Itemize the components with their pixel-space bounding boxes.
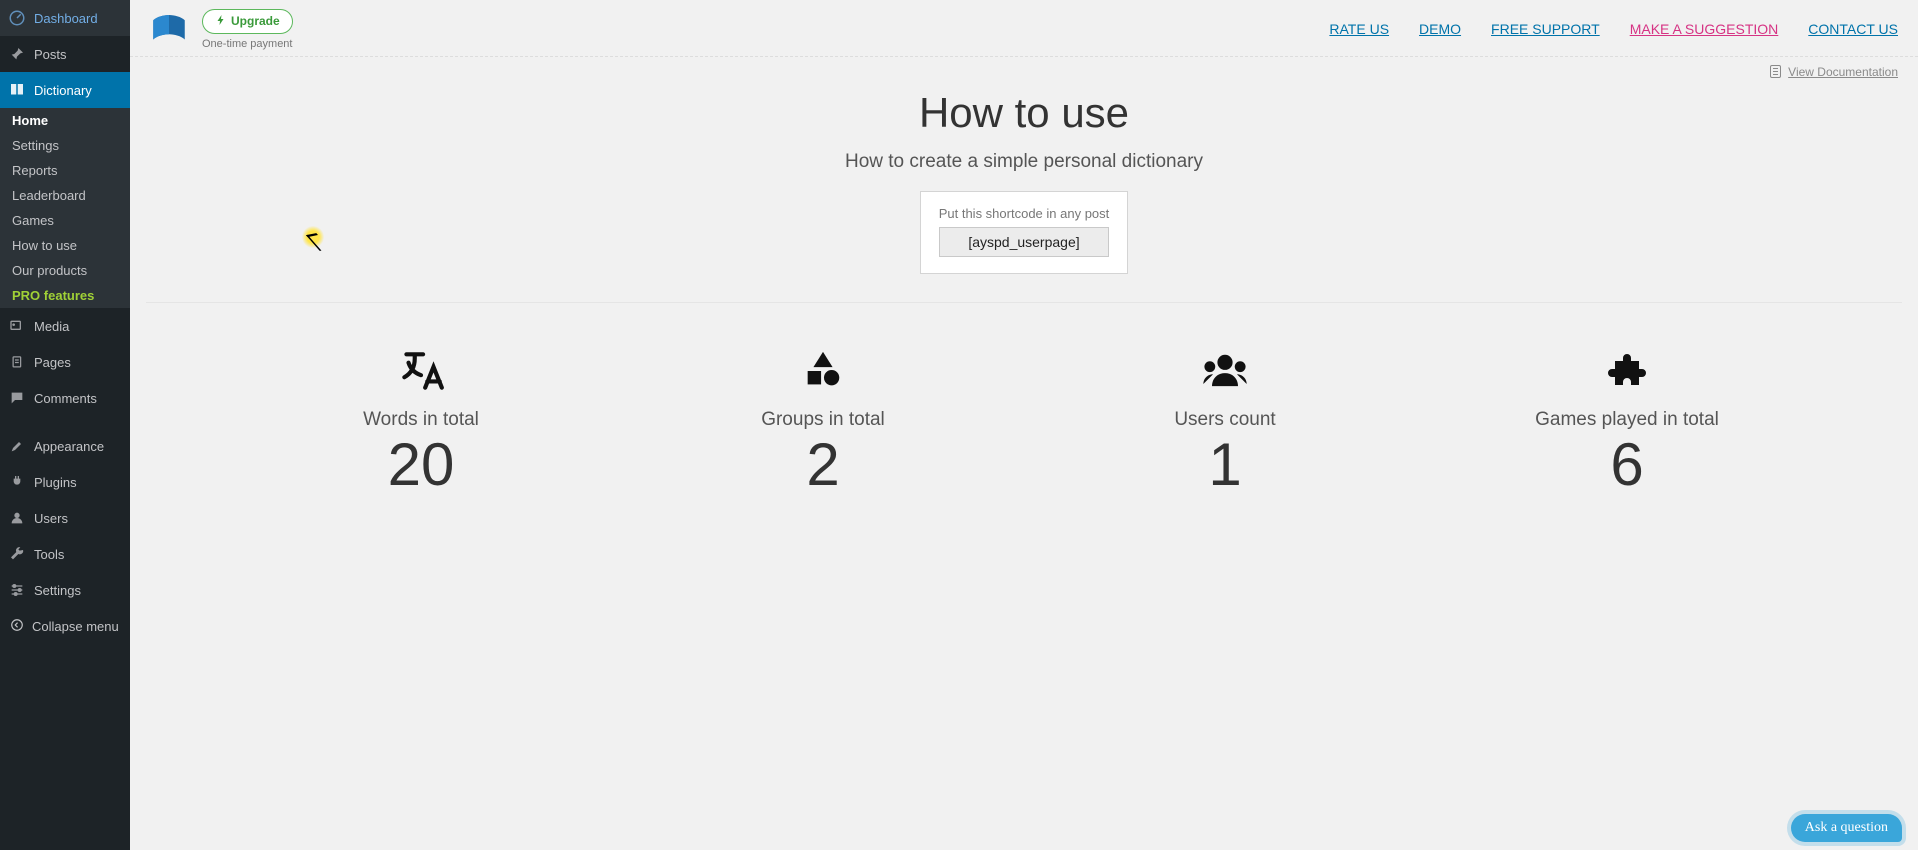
nav-support[interactable]: FREE SUPPORT [1491, 21, 1600, 37]
brush-icon [8, 437, 26, 455]
sidebar-item-dashboard[interactable]: Dashboard [0, 0, 130, 36]
sidebar-item-tools[interactable]: Tools [0, 536, 130, 572]
sidebar-label: Comments [34, 391, 97, 406]
users-icon [1044, 343, 1406, 399]
upgrade-button[interactable]: Upgrade [202, 9, 293, 34]
nav-contact[interactable]: CONTACT US [1808, 21, 1898, 37]
stat-users: Users count 1 [1044, 343, 1406, 495]
shortcode-value[interactable]: [ayspd_userpage] [939, 227, 1110, 257]
sidebar-item-dictionary[interactable]: Dictionary [0, 72, 130, 108]
stat-groups: Groups in total 2 [642, 343, 1004, 495]
hero-section: How to use How to create a simple person… [146, 79, 1902, 303]
view-documentation-link[interactable]: View Documentation [1788, 65, 1898, 79]
nav-suggestion[interactable]: MAKE A SUGGESTION [1630, 21, 1779, 37]
comment-icon [8, 389, 26, 407]
lightning-icon [215, 14, 227, 29]
stat-label: Words in total [240, 409, 602, 431]
top-nav-links: RATE US DEMO FREE SUPPORT MAKE A SUGGEST… [1329, 21, 1898, 37]
sidebar-sub-home[interactable]: Home [0, 108, 130, 133]
sidebar-label: Plugins [34, 475, 77, 490]
dictionary-submenu: Home Settings Reports Leaderboard Games … [0, 108, 130, 308]
translate-icon [240, 343, 602, 399]
sidebar-label: Tools [34, 547, 64, 562]
stat-label: Users count [1044, 409, 1406, 431]
stat-label: Games played in total [1446, 409, 1808, 431]
sidebar-sub-products[interactable]: Our products [0, 258, 130, 283]
shortcode-label: Put this shortcode in any post [939, 206, 1110, 221]
content-wrap: Upgrade One-time payment RATE US DEMO FR… [130, 0, 1918, 850]
dashboard-icon [8, 9, 26, 27]
sidebar-item-appearance[interactable]: Appearance [0, 428, 130, 464]
brand-block: Upgrade One-time payment [148, 8, 293, 50]
collapse-label: Collapse menu [32, 619, 119, 634]
plugin-topbar: Upgrade One-time payment RATE US DEMO FR… [130, 0, 1918, 57]
collapse-icon [10, 618, 24, 635]
user-icon [8, 509, 26, 527]
sidebar-item-users[interactable]: Users [0, 500, 130, 536]
sidebar-item-media[interactable]: Media [0, 308, 130, 344]
sidebar-sub-howto[interactable]: How to use [0, 233, 130, 258]
sidebar-label: Dictionary [34, 83, 92, 98]
sidebar-item-settings[interactable]: Settings [0, 572, 130, 608]
wrench-icon [8, 545, 26, 563]
sidebar-sub-settings[interactable]: Settings [0, 133, 130, 158]
sidebar-item-posts[interactable]: Posts [0, 36, 130, 72]
media-icon [8, 317, 26, 335]
shapes-icon [642, 343, 1004, 399]
stat-value: 2 [642, 435, 1004, 495]
page-subtitle: How to create a simple personal dictiona… [166, 151, 1882, 173]
sidebar-label: Dashboard [34, 11, 98, 26]
nav-rate-us[interactable]: RATE US [1329, 21, 1389, 37]
pin-icon [8, 45, 26, 63]
stat-words: Words in total 20 [240, 343, 602, 495]
book-icon [8, 81, 26, 99]
document-icon [1770, 65, 1781, 78]
plug-icon [8, 473, 26, 491]
sidebar-sub-reports[interactable]: Reports [0, 158, 130, 183]
sliders-icon [8, 581, 26, 599]
collapse-menu[interactable]: Collapse menu [0, 608, 130, 645]
page-icon [8, 353, 26, 371]
nav-demo[interactable]: DEMO [1419, 21, 1461, 37]
doc-link-row: View Documentation [130, 57, 1918, 79]
stat-value: 1 [1044, 435, 1406, 495]
sidebar-item-plugins[interactable]: Plugins [0, 464, 130, 500]
sidebar-item-comments[interactable]: Comments [0, 380, 130, 416]
page-title: How to use [166, 89, 1882, 137]
sidebar-label: Pages [34, 355, 71, 370]
sidebar-sub-games[interactable]: Games [0, 208, 130, 233]
sidebar-label: Posts [34, 47, 67, 62]
stat-games: Games played in total 6 [1446, 343, 1808, 495]
plugin-logo-icon [148, 8, 190, 50]
sidebar-label: Media [34, 319, 69, 334]
stat-value: 20 [240, 435, 602, 495]
sidebar-sub-leaderboard[interactable]: Leaderboard [0, 183, 130, 208]
sidebar-label: Settings [34, 583, 81, 598]
sidebar-label: Appearance [34, 439, 104, 454]
sidebar-label: Users [34, 511, 68, 526]
onetime-note: One-time payment [202, 38, 293, 50]
shortcode-box: Put this shortcode in any post [ayspd_us… [920, 191, 1129, 274]
puzzle-icon [1446, 343, 1808, 399]
wp-admin-sidebar: Dashboard Posts Dictionary Home Settings… [0, 0, 130, 850]
stats-row: Words in total 20 Groups in total 2 User… [130, 303, 1918, 535]
stat-value: 6 [1446, 435, 1808, 495]
upgrade-label: Upgrade [231, 14, 280, 28]
ask-question-button[interactable]: Ask a question [1791, 814, 1902, 842]
sidebar-item-pages[interactable]: Pages [0, 344, 130, 380]
sidebar-sub-pro[interactable]: PRO features [0, 283, 130, 308]
stat-label: Groups in total [642, 409, 1004, 431]
